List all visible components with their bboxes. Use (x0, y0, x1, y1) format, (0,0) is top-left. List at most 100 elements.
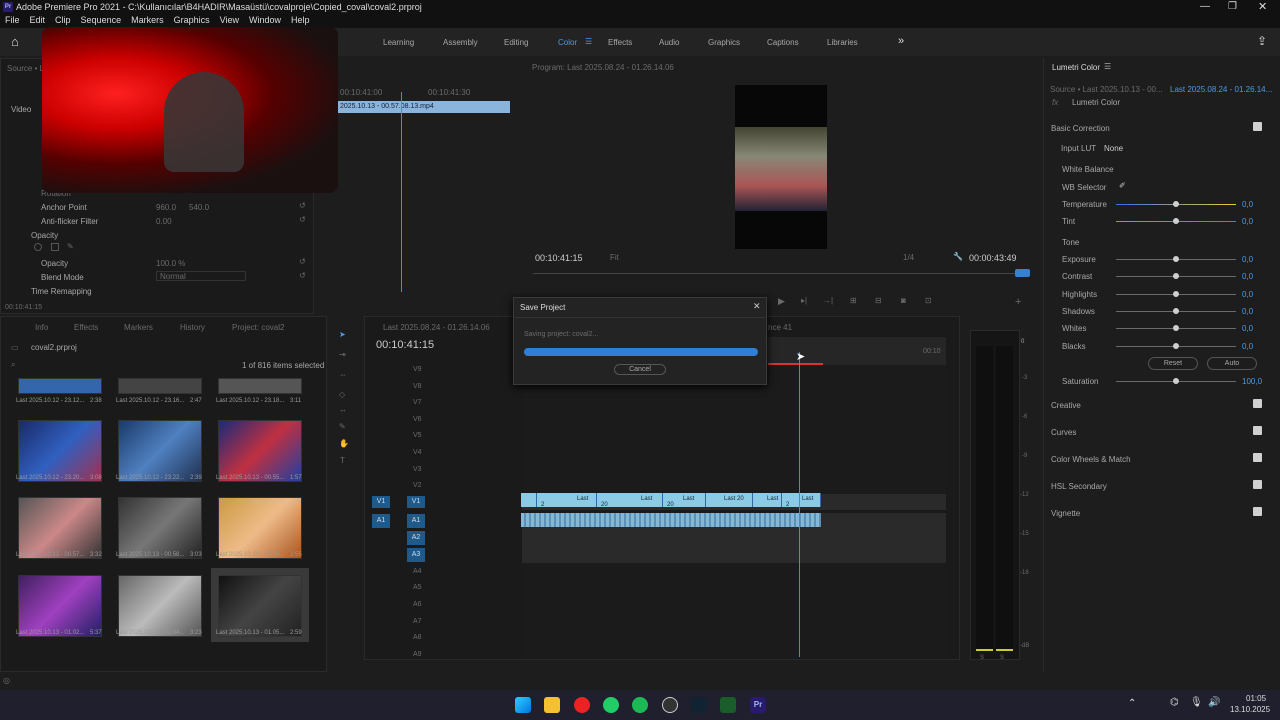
contrast-knob[interactable] (1173, 273, 1179, 279)
saturation-value[interactable]: 100,0 (1242, 377, 1262, 386)
project-thumb[interactable] (18, 575, 102, 637)
creative-section[interactable]: Creative (1051, 401, 1081, 410)
track-a4[interactable]: A4 (413, 568, 422, 575)
video-clip[interactable]: Last 20 (706, 493, 753, 507)
source-patch-a1[interactable]: A1 (372, 514, 390, 528)
shadows-slider[interactable] (1116, 308, 1236, 314)
tab-info[interactable]: Info (35, 323, 48, 332)
basic-correction-label[interactable]: Basic Correction (1051, 124, 1110, 133)
opacity-value[interactable]: 100.0 % (156, 259, 185, 268)
obs-icon[interactable] (662, 697, 678, 713)
reset-param-icon[interactable]: ↺ (299, 215, 306, 224)
dialog-close-icon[interactable]: ✕ (753, 301, 761, 312)
wrench-icon[interactable]: 🔧 (953, 252, 963, 261)
slip-icon[interactable]: ↔ (339, 405, 347, 414)
microphone-icon[interactable]: 🎙 (1190, 697, 1203, 708)
audio-clip[interactable] (521, 513, 821, 527)
tab-color[interactable]: Color (558, 38, 577, 47)
tab-learning[interactable]: Learning (383, 38, 414, 47)
go-to-out-icon[interactable]: →| (823, 296, 833, 305)
close-icon[interactable]: ✕ (1258, 0, 1267, 13)
contrast-value[interactable]: 0,0 (1242, 272, 1253, 281)
track-a3[interactable]: A3 (407, 548, 425, 562)
tab-history[interactable]: History (180, 323, 205, 332)
tab-graphics[interactable]: Graphics (708, 38, 740, 47)
video-clip[interactable]: Last 20 (663, 493, 706, 508)
video-clip[interactable] (521, 493, 537, 507)
media-encoder-icon[interactable] (720, 697, 736, 713)
track-v4[interactable]: V4 (413, 449, 422, 456)
track-v3[interactable]: V3 (413, 466, 422, 473)
blend-mode-select[interactable]: Normal (156, 271, 246, 281)
menu-file[interactable]: File (5, 15, 20, 28)
curves-section[interactable]: Curves (1051, 428, 1076, 437)
track-v1[interactable]: V1 (407, 496, 425, 508)
basic-correction-checkbox[interactable] (1253, 122, 1262, 131)
more-tabs-icon[interactable]: » (898, 35, 904, 47)
project-thumb[interactable] (118, 420, 202, 482)
ripple-edit-icon[interactable]: ⇔ (339, 370, 347, 379)
insert-icon[interactable]: ⊞ (850, 296, 857, 305)
anti-flicker-value[interactable]: 0.00 (156, 217, 172, 226)
tab-project[interactable]: Project: coval2 (232, 323, 284, 332)
add-button-icon[interactable]: + (1015, 296, 1021, 308)
source-patch-v1[interactable]: V1 (372, 496, 390, 508)
hand-icon[interactable]: ✋ (339, 439, 349, 448)
meter-solo-left[interactable]: S (980, 655, 984, 661)
source-playhead[interactable] (401, 92, 402, 292)
network-icon[interactable]: ⌬ (1170, 697, 1179, 708)
project-thumb[interactable] (118, 575, 202, 637)
cancel-button[interactable]: Cancel (614, 364, 666, 375)
tab-audio[interactable]: Audio (659, 38, 679, 47)
temperature-value[interactable]: 0,0 (1242, 200, 1253, 209)
hsl-secondary-checkbox[interactable] (1253, 480, 1262, 489)
tint-slider[interactable] (1116, 218, 1236, 224)
source-panel-label[interactable]: Source • L (7, 64, 44, 73)
track-select-icon[interactable]: ⇥ (339, 350, 346, 359)
shadows-knob[interactable] (1173, 308, 1179, 314)
compare-icon[interactable]: ⊡ (925, 296, 932, 305)
highlights-knob[interactable] (1173, 291, 1179, 297)
shadows-value[interactable]: 0,0 (1242, 307, 1253, 316)
blacks-knob[interactable] (1173, 343, 1179, 349)
white-balance-label[interactable]: White Balance (1062, 165, 1114, 174)
opacity-section[interactable]: Opacity (31, 231, 58, 240)
reset-param-icon[interactable]: ↺ (299, 257, 306, 266)
tab-markers[interactable]: Markers (124, 323, 153, 332)
file-explorer-icon[interactable] (544, 697, 560, 713)
project-thumb[interactable] (218, 575, 302, 637)
track-a1[interactable]: A1 (407, 514, 425, 528)
lumetri-sequence[interactable]: Last 2025.08.24 - 01.26.14... (1170, 85, 1272, 94)
saturation-slider[interactable] (1116, 378, 1236, 384)
tone-label[interactable]: Tone (1062, 238, 1079, 247)
whatsapp-icon[interactable] (603, 697, 619, 713)
track-v7[interactable]: V7 (413, 399, 422, 406)
program-quality[interactable]: 1/4 (903, 253, 914, 262)
app-icon[interactable] (691, 697, 707, 713)
video-clip[interactable]: Last 2 (537, 493, 597, 508)
whites-value[interactable]: 0,0 (1242, 324, 1253, 333)
track-a5[interactable]: A5 (413, 584, 422, 591)
spotify-icon[interactable] (632, 697, 648, 713)
video-clip[interactable]: Last 20 (597, 493, 663, 508)
program-fit[interactable]: Fit (610, 253, 619, 262)
whites-knob[interactable] (1173, 325, 1179, 331)
project-thumb[interactable] (218, 378, 302, 394)
track-a7[interactable]: A7 (413, 618, 422, 625)
highlights-slider[interactable] (1116, 291, 1236, 297)
timeline-playhead[interactable] (799, 352, 800, 657)
program-ruler[interactable] (533, 273, 1027, 274)
whites-slider[interactable] (1116, 325, 1236, 331)
track-a6[interactable]: A6 (413, 601, 422, 608)
meter-solo-right[interactable]: S (1000, 655, 1004, 661)
project-thumb[interactable] (18, 420, 102, 482)
pen-mask-icon[interactable]: ✎ (67, 242, 74, 251)
lumetri-effect-select[interactable]: Lumetri Color (1072, 98, 1120, 107)
creative-checkbox[interactable] (1253, 399, 1262, 408)
color-wheels-section[interactable]: Color Wheels & Match (1051, 455, 1131, 464)
exposure-slider[interactable] (1116, 256, 1236, 262)
anchor-x-value[interactable]: 960.0 (156, 203, 176, 212)
tray-chevron-icon[interactable]: ⌃ (1128, 698, 1136, 709)
project-thumb[interactable] (18, 378, 102, 394)
project-thumb[interactable] (18, 497, 102, 559)
